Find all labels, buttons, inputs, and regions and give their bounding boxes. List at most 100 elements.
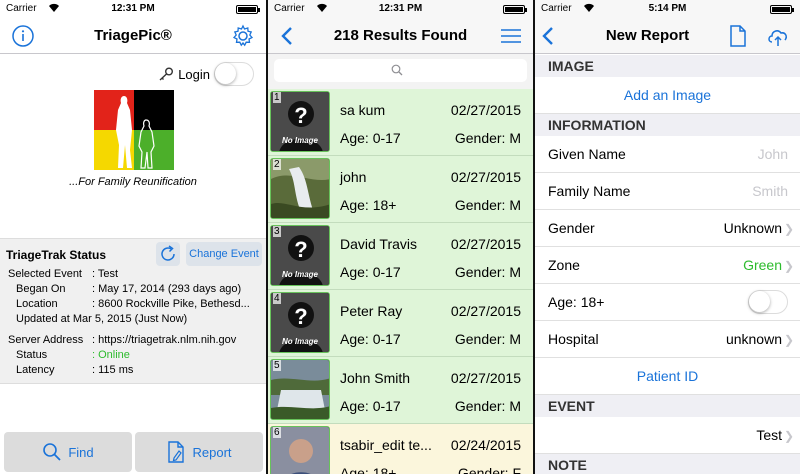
updated-at-row: Updated at Mar 5, 2015 (Just Now) xyxy=(16,313,188,325)
person-photo: 6 xyxy=(270,426,330,474)
result-age: Age: 0-17 xyxy=(340,130,401,146)
find-label: Find xyxy=(68,444,94,460)
online-status: : Online xyxy=(92,349,130,361)
result-age: Age: 18+ xyxy=(340,465,397,474)
result-name: John Smith xyxy=(340,370,411,386)
refresh-icon[interactable] xyxy=(156,242,180,266)
family-name-field[interactable]: Smith xyxy=(752,183,788,199)
change-event-button[interactable]: Change Event xyxy=(186,242,262,266)
gender-row[interactable]: Gender Unknown ❯ xyxy=(535,210,800,247)
status-row: Status: Online xyxy=(16,349,130,361)
status-title: TriageTrak Status xyxy=(6,248,107,262)
triagepic-logo xyxy=(94,90,174,170)
result-gender: Gender: M xyxy=(454,130,521,146)
result-row[interactable]: 5 John Smith 02/27/2015 Age: 0-17 Gender… xyxy=(268,357,533,424)
latency-row: Latency: 115 ms xyxy=(16,364,134,376)
report-label: Report xyxy=(192,444,232,460)
svg-text:?: ? xyxy=(294,304,307,329)
gender-value: Unknown xyxy=(723,220,782,236)
report-document-icon xyxy=(168,441,185,463)
clock: 12:31 PM xyxy=(378,3,423,14)
search-input[interactable] xyxy=(274,59,527,82)
status-bar: Carrier 12:31 PM xyxy=(268,0,533,18)
nav-bar: TriagePic® xyxy=(0,18,266,54)
person-photo: 2 xyxy=(270,158,330,219)
location-row: Location: 8600 Rockville Pike, Bethesd..… xyxy=(16,298,250,310)
login-row: Login xyxy=(158,62,254,86)
svg-text:?: ? xyxy=(294,103,307,128)
result-name: tsabir_edit te... xyxy=(340,437,432,453)
battery-icon xyxy=(770,5,794,14)
result-row[interactable]: 4 ? No Image Peter Ray 02/27/2015 Age: 0… xyxy=(268,290,533,357)
zone-row[interactable]: Zone Green ❯ xyxy=(535,247,800,284)
result-row[interactable]: 1 ? No Image sa kum 02/27/2015 Age: 0-17… xyxy=(268,89,533,156)
age-row: Age: 18+ xyxy=(535,284,800,321)
result-row[interactable]: 6 tsabir_edit te... 02/24/2015 Age: 18+ … xyxy=(268,424,533,474)
person-photo: 5 xyxy=(270,359,330,420)
note-section-header: NOTE xyxy=(535,454,800,474)
event-section-header: EVENT xyxy=(535,395,800,417)
chevron-right-icon: ❯ xyxy=(783,429,794,443)
new-report-screen: Carrier 5:14 PM New Report IMAGE Add an … xyxy=(535,0,800,474)
battery-icon xyxy=(503,5,527,14)
server-address-row: Server Address: https://triagetrak.nlm.n… xyxy=(8,334,237,346)
result-date: 02/27/2015 xyxy=(450,102,521,118)
result-age: Age: 0-17 xyxy=(340,264,401,280)
nav-bar: 218 Results Found xyxy=(268,18,533,54)
zone-value: Green xyxy=(743,257,782,273)
result-row[interactable]: 2 john 02/27/2015 Age: 18+ Gender: M xyxy=(268,156,533,223)
patient-id-row[interactable]: Patient ID xyxy=(535,358,800,395)
result-name: David Travis xyxy=(340,236,418,252)
result-date: 02/27/2015 xyxy=(450,303,521,319)
family-name-row: Family Name Smith xyxy=(535,173,800,210)
find-button[interactable]: Find xyxy=(4,432,132,472)
event-row[interactable]: Test ❯ xyxy=(535,417,800,454)
settings-gear-icon[interactable] xyxy=(231,24,255,48)
result-date: 02/24/2015 xyxy=(450,437,521,453)
age-toggle[interactable] xyxy=(748,290,788,314)
result-age: Age: 0-17 xyxy=(340,331,401,347)
add-image-button[interactable]: Add an Image xyxy=(535,87,800,103)
results-title: 218 Results Found xyxy=(333,27,468,44)
hospital-row[interactable]: Hospital unknown ❯ xyxy=(535,321,800,358)
cloud-upload-icon[interactable] xyxy=(766,24,790,48)
zone-label: Zone xyxy=(548,257,580,273)
search-icon xyxy=(391,64,403,76)
chevron-right-icon: ❯ xyxy=(783,222,794,236)
result-age: Age: 0-17 xyxy=(340,398,401,414)
tagline: ...For Family Reunification xyxy=(69,176,197,188)
results-list: 1 ? No Image sa kum 02/27/2015 Age: 0-17… xyxy=(268,89,533,474)
family-name-label: Family Name xyxy=(548,183,631,199)
report-button[interactable]: Report xyxy=(135,432,263,472)
clock: 12:31 PM xyxy=(111,3,155,14)
result-gender: Gender: M xyxy=(454,331,521,347)
add-image-row[interactable]: Add an Image xyxy=(535,77,800,114)
event-value: Test xyxy=(756,427,782,443)
login-toggle[interactable] xyxy=(214,62,254,86)
given-name-field[interactable]: John xyxy=(758,146,788,162)
nav-bar: New Report xyxy=(535,18,800,54)
result-row[interactable]: 3 ? No Image David Travis 02/27/2015 Age… xyxy=(268,223,533,290)
given-name-row: Given Name John xyxy=(535,136,800,173)
person-photo-placeholder: 1 ? No Image xyxy=(270,91,330,152)
result-gender: Gender: M xyxy=(454,264,521,280)
selected-event-row: Selected Event: Test xyxy=(8,268,119,280)
image-section-header: IMAGE xyxy=(535,55,800,77)
search-bar xyxy=(268,54,533,88)
given-name-label: Given Name xyxy=(548,146,626,162)
patient-id-button[interactable]: Patient ID xyxy=(535,368,800,384)
result-date: 02/27/2015 xyxy=(450,236,521,252)
status-bar: Carrier 12:31 PM xyxy=(0,0,266,18)
person-photo-placeholder: 4 ? No Image xyxy=(270,292,330,353)
key-icon xyxy=(159,67,174,81)
menu-icon[interactable] xyxy=(499,24,523,48)
triagepic-home-screen: Carrier 12:31 PM TriagePic® Login ...For… xyxy=(0,0,266,474)
app-title: TriagePic® xyxy=(94,27,172,44)
clock: 5:14 PM xyxy=(648,3,687,14)
login-label: Login xyxy=(178,66,210,82)
triagetrak-status-panel: TriageTrak Status Change Event Selected … xyxy=(0,238,266,384)
result-date: 02/27/2015 xyxy=(450,169,521,185)
gender-label: Gender xyxy=(548,220,595,236)
document-icon[interactable] xyxy=(726,24,750,48)
result-date: 02/27/2015 xyxy=(450,370,521,386)
